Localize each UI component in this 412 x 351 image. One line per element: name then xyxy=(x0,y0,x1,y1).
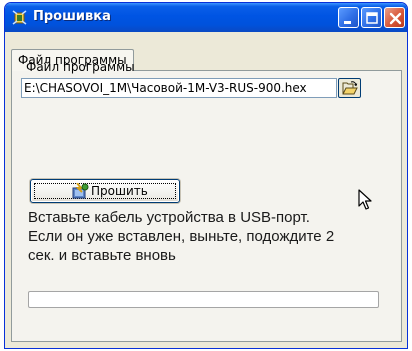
file-program-label: Файл программы xyxy=(26,60,135,74)
progress-bar xyxy=(28,291,379,308)
flash-button-label: Прошить xyxy=(91,184,148,198)
flash-chip-icon xyxy=(72,183,89,199)
flash-window: Прошивка Файл программы Файл программы E… xyxy=(4,2,408,349)
window-title: Прошивка xyxy=(33,9,111,24)
close-button[interactable] xyxy=(384,7,405,28)
folder-open-icon xyxy=(342,81,358,95)
app-icon xyxy=(12,10,27,25)
minimize-button[interactable] xyxy=(338,7,359,28)
maximize-button[interactable] xyxy=(361,7,382,28)
title-bar[interactable]: Прошивка xyxy=(5,3,407,32)
close-icon xyxy=(389,12,402,25)
mouse-cursor-icon xyxy=(358,189,372,210)
browse-button[interactable] xyxy=(338,78,361,98)
flash-button[interactable]: Прошить xyxy=(30,179,180,203)
minimize-icon xyxy=(344,21,351,24)
message-line: Вставьте кабель устройства в USB-порт. xyxy=(28,209,310,226)
message-line: Если он уже вставлен, выньте, подождите … xyxy=(28,228,335,245)
maximize-icon xyxy=(366,12,378,24)
message-line: сек. и вставьте вновь xyxy=(28,247,176,264)
instruction-message: Вставьте кабель устройства в USB-порт. Е… xyxy=(28,208,388,265)
file-path-input[interactable]: E:\CHASOVOI_1M\Часовой-1M-V3-RUS-900.hex xyxy=(21,78,337,98)
